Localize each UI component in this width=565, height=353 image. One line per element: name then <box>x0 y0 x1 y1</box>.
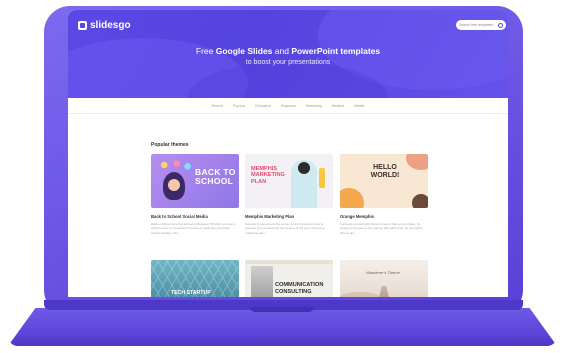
category-link-infinite[interactable]: Infinite <box>354 104 365 108</box>
thumbnail-illustration <box>298 162 310 174</box>
browser-screen: slidesgo Search free templates Free Goog… <box>68 10 508 297</box>
thumbnail-text: Wanderer's Theme <box>366 270 400 275</box>
thumbnail-decoration <box>157 158 193 172</box>
category-link-education[interactable]: Education <box>255 104 271 108</box>
template-thumbnail[interactable]: COMMUNICATION CONSULTING <box>245 260 333 297</box>
template-thumbnail[interactable]: TECH STARTUP <box>151 260 239 297</box>
section-title: Popular themes <box>151 142 189 148</box>
hero-subtitle: to boost your presentations <box>245 59 331 66</box>
template-thumbnail[interactable]: HELLO WORLD! <box>340 154 428 208</box>
thumbnail-text: BACK TO SCHOOL <box>195 167 236 186</box>
category-nav: Recent Popular Education Business Market… <box>68 98 508 114</box>
thumbnail-decoration <box>319 168 325 188</box>
card-description: Surround yourself with vibrant tones in … <box>340 222 423 235</box>
search-input[interactable]: Search free templates <box>456 20 506 30</box>
laptop-notch <box>250 307 314 312</box>
template-thumbnail[interactable]: BACK TO SCHOOL <box>151 154 239 208</box>
thumbnail-text: COMMUNICATION CONSULTING <box>275 282 324 295</box>
hero-title: Free Google Slides and PowerPoint templa… <box>195 46 381 56</box>
category-link-popular[interactable]: Popular <box>233 104 245 108</box>
brand-name: slidesgo <box>90 20 131 31</box>
category-link-marketing[interactable]: Marketing <box>306 104 322 108</box>
thumbnail-text: TECH STARTUP <box>171 290 211 296</box>
laptop-base <box>8 308 557 346</box>
card-title[interactable]: Orange Memphis <box>340 214 428 219</box>
template-thumbnail[interactable]: Wanderer's Theme <box>340 260 428 297</box>
thumbnail-text: HELLO WORLD! <box>370 164 400 179</box>
card-title[interactable]: Memphis Marketing Plan <box>245 214 333 219</box>
search-icon[interactable] <box>498 22 503 28</box>
template-card[interactable]: TECH STARTUP <box>151 260 239 297</box>
search-placeholder: Search free templates <box>459 23 494 27</box>
thumbnail-decoration <box>406 154 428 170</box>
template-card[interactable]: BACK TO SCHOOL Back to School Social Med… <box>151 154 239 235</box>
template-thumbnail[interactable]: MEMPHIS MARKETING PLAN <box>245 154 333 208</box>
thumbnail-decoration <box>245 260 333 264</box>
category-link-medical[interactable]: Medical <box>332 104 344 108</box>
thumbnail-text: MEMPHIS MARKETING PLAN <box>251 166 285 185</box>
template-card[interactable]: COMMUNICATION CONSULTING <box>245 260 333 297</box>
template-card[interactable]: MEMPHIS MARKETING PLAN Memphis Marketing… <box>245 154 333 235</box>
category-link-business[interactable]: Business <box>281 104 296 108</box>
thumbnail-decoration <box>412 194 428 208</box>
card-description: Summer is just around the corner, so it'… <box>245 222 325 235</box>
thumbnail-decoration <box>340 188 364 208</box>
template-card[interactable]: HELLO WORLD! Orange Memphis Surround you… <box>340 154 428 235</box>
thumbnail-illustration <box>251 266 273 297</box>
card-title[interactable]: Back to School Social Media <box>151 214 239 219</box>
template-card[interactable]: Wanderer's Theme <box>340 260 428 297</box>
hero-banner: slidesgo Search free templates Free Goog… <box>68 10 508 98</box>
card-description: Back to School time has arrived at Slide… <box>151 222 236 235</box>
logo-icon <box>78 21 87 30</box>
thumbnail-illustration <box>168 179 180 191</box>
category-link-recent[interactable]: Recent <box>211 104 222 108</box>
main-content: Popular themes BACK TO SCHOOL Back to Sc… <box>68 114 508 297</box>
laptop-mockup: slidesgo Search free templates Free Goog… <box>0 0 565 353</box>
site-logo[interactable]: slidesgo <box>78 20 131 31</box>
